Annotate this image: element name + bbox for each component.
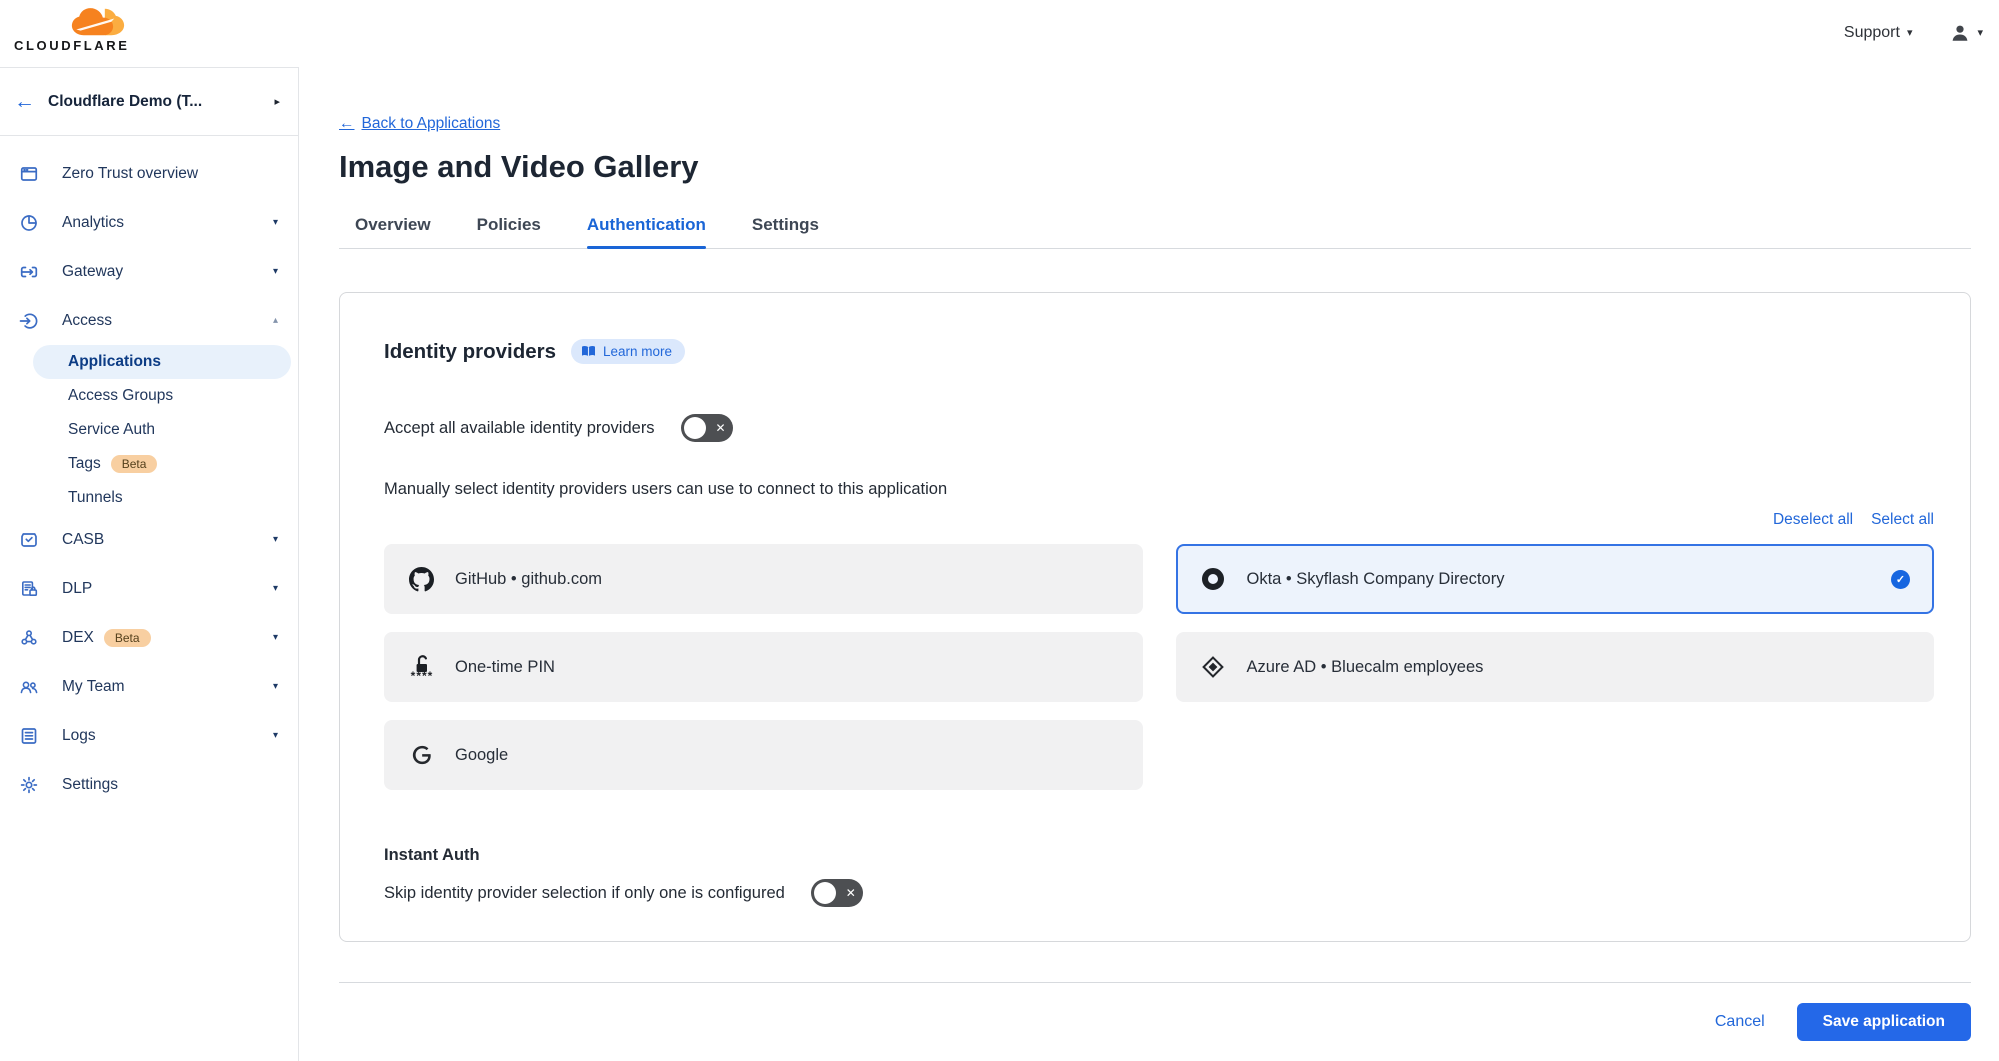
logs-icon [18,726,40,746]
x-icon: ✕ [846,887,856,899]
tab-settings[interactable]: Settings [752,215,819,248]
x-icon: ✕ [716,422,726,434]
sidebar: ← Cloudflare Demo (T... ▸ Zero Trust ove… [0,67,299,1061]
support-label: Support [1844,24,1900,42]
page-title: Image and Video Gallery [339,149,1971,185]
sidebar-item-dex[interactable]: DEXBeta ▾ [0,613,298,662]
save-application-button[interactable]: Save application [1797,1003,1971,1041]
provider-tile-github[interactable]: GitHub • github.com [384,544,1143,614]
sidebar-item-tunnels[interactable]: Tunnels [0,481,298,515]
chevron-right-icon[interactable]: ▸ [270,91,284,112]
provider-tile-one-time-pin[interactable]: **** One-time PIN [384,632,1143,702]
sidebar-item-access[interactable]: Access ▴ [0,296,298,345]
footer-actions: Cancel Save application [339,1003,1971,1041]
identity-providers-card: Identity providers Learn more Accept all… [339,292,1971,942]
access-icon [18,311,40,331]
chevron-down-icon: ▾ [273,681,278,692]
chevron-down-icon: ▾ [273,266,278,277]
support-menu[interactable]: Support ▾ [1844,24,1913,42]
back-arrow-icon[interactable]: ← [14,90,48,114]
instant-auth-heading: Instant Auth [384,846,1934,865]
dlp-icon [18,579,40,599]
sidebar-item-tags[interactable]: Tags Beta [0,447,298,481]
team-icon [18,677,40,697]
cloudflare-wordmark: CLOUDFLARE [14,38,130,53]
beta-badge: Beta [111,455,158,473]
beta-badge: Beta [104,629,151,647]
chevron-down-icon: ▾ [273,730,278,741]
sidebar-nav: Zero Trust overview Analytics ▾ [0,136,298,809]
deselect-all-link[interactable]: Deselect all [1773,511,1853,529]
chevron-down-icon: ▾ [273,632,278,643]
sidebar-item-logs[interactable]: Logs ▾ [0,711,298,760]
sidebar-item-gateway[interactable]: Gateway ▾ [0,247,298,296]
user-menu[interactable]: ▾ [1950,23,1983,43]
azure-ad-icon [1200,655,1227,679]
chevron-down-icon: ▾ [273,217,278,228]
chevron-down-icon: ▾ [1977,26,1983,39]
analytics-icon [18,213,40,233]
gateway-icon [18,262,40,282]
topbar: CLOUDFLARE Support ▾ ▾ [0,0,1999,67]
sidebar-account-header: ← Cloudflare Demo (T... ▸ [0,68,298,136]
cancel-button[interactable]: Cancel [1715,1013,1765,1031]
sidebar-item-analytics[interactable]: Analytics ▾ [0,198,298,247]
github-icon [408,567,435,592]
user-icon [1950,23,1970,43]
accept-all-toggle[interactable]: ✕ [681,414,733,442]
provider-tile-azure-ad[interactable]: Azure AD • Bluecalm employees [1176,632,1935,702]
provider-tile-google[interactable]: Google [384,720,1143,790]
arrow-left-icon: ← [339,115,355,133]
sidebar-item-casb[interactable]: CASB ▾ [0,515,298,564]
book-icon [581,345,596,358]
instant-auth-toggle[interactable]: ✕ [811,879,863,907]
sidebar-item-my-team[interactable]: My Team ▾ [0,662,298,711]
account-name: Cloudflare Demo (T... [48,93,270,111]
toggle-knob [814,882,836,904]
select-all-link[interactable]: Select all [1871,511,1934,529]
chevron-up-icon: ▴ [273,315,278,326]
tab-overview[interactable]: Overview [355,215,431,248]
google-icon [408,744,435,766]
sidebar-item-zero-trust-overview[interactable]: Zero Trust overview [0,149,298,198]
main-content: ← Back to Applications Image and Video G… [299,67,1999,1061]
sidebar-item-settings[interactable]: Settings [0,760,298,809]
okta-icon [1200,567,1227,591]
chevron-down-icon: ▾ [273,583,278,594]
toggle-knob [684,417,706,439]
dex-icon [18,628,40,648]
access-subnav: Applications Access Groups Service Auth … [0,345,298,515]
svg-text:****: **** [410,669,433,681]
provider-tile-okta[interactable]: Okta • Skyflash Company Directory ✓ [1176,544,1935,614]
casb-icon [18,530,40,550]
check-icon: ✓ [1891,570,1910,589]
overview-icon [18,164,40,184]
learn-more-badge[interactable]: Learn more [571,339,685,364]
tab-authentication[interactable]: Authentication [587,215,706,248]
manual-select-text: Manually select identity providers users… [384,480,1934,499]
sidebar-item-access-groups[interactable]: Access Groups [0,379,298,413]
provider-grid: GitHub • github.com Okta • Skyflash Comp… [384,544,1934,790]
card-heading: Identity providers [384,340,556,364]
cloudflare-logo[interactable]: CLOUDFLARE [12,5,144,55]
instant-auth-label: Skip identity provider selection if only… [384,884,785,903]
gear-icon [18,775,40,795]
sidebar-item-applications[interactable]: Applications [33,345,291,379]
chevron-down-icon: ▾ [1907,26,1913,39]
sidebar-item-service-auth[interactable]: Service Auth [0,413,298,447]
accept-all-label: Accept all available identity providers [384,419,655,438]
cloudflare-cloud-icon [70,7,134,39]
chevron-down-icon: ▾ [273,534,278,545]
sidebar-item-dlp[interactable]: DLP ▾ [0,564,298,613]
tab-policies[interactable]: Policies [477,215,541,248]
tab-bar: Overview Policies Authentication Setting… [339,215,1971,249]
back-to-applications-link[interactable]: ← Back to Applications [339,115,500,133]
one-time-pin-icon: **** [408,653,435,681]
footer-divider [339,982,1971,983]
